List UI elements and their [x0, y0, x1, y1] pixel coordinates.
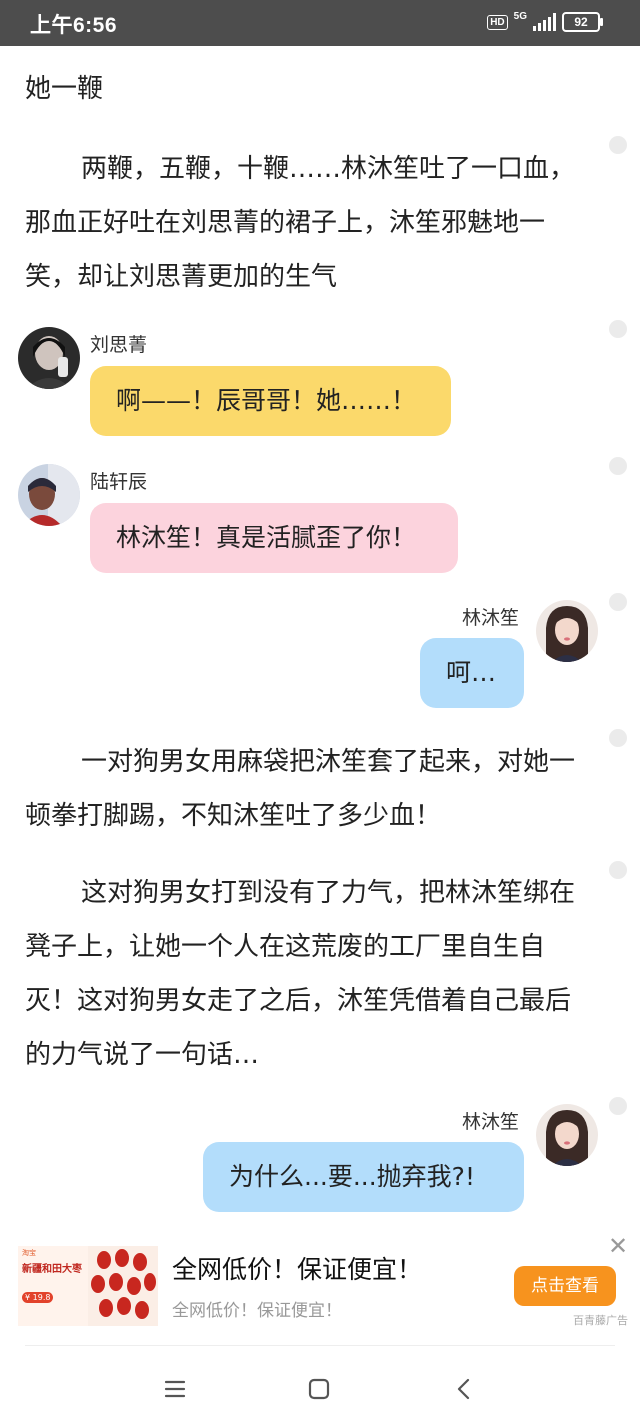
avatar[interactable]: [18, 464, 80, 526]
ad-source: 百青藤广告: [573, 1314, 628, 1327]
comment-dot-icon[interactable]: [609, 729, 627, 747]
ad-image[interactable]: 淘宝 新疆和田大枣 ¥ 19.8: [18, 1246, 158, 1326]
status-icons: HD 5G 92: [487, 10, 603, 32]
chat-bubble: 呵…: [420, 638, 524, 708]
navigation-bar: [0, 1355, 640, 1422]
signal-icon: [533, 13, 556, 31]
battery-icon: 92: [562, 12, 603, 32]
close-icon[interactable]: ✕: [608, 1234, 628, 1258]
comment-dot-icon[interactable]: [609, 593, 627, 611]
ad-subtitle: 全网低价！保证便宜！: [172, 1301, 342, 1321]
ad-banner[interactable]: 淘宝 新疆和田大枣 ¥ 19.8 全网低价！保证便宜！ 全网低价！保证便宜！ 点…: [0, 1230, 640, 1340]
ad-title[interactable]: 全网低价！保证便宜！: [172, 1250, 422, 1286]
battery-level: 92: [574, 15, 588, 29]
paragraph-text: 一对狗男女用麻袋把沐笙套了起来，对她一顿拳打脚踢，不知沐笙吐了多少血！: [25, 747, 576, 831]
avatar[interactable]: [18, 327, 80, 389]
avatar[interactable]: [536, 600, 598, 662]
back-chevron-icon[interactable]: [444, 1369, 484, 1409]
paragraph-text: 两鞭，五鞭，十鞭……林沐笙吐了一口血，那血正好吐在刘思菁的裙子上，沐笙邪魅地一笑…: [25, 154, 576, 292]
status-bar: 上午6:56 HD 5G 92: [0, 0, 640, 46]
story-paragraph: 两鞭，五鞭，十鞭……林沐笙吐了一口血，那血正好吐在刘思菁的裙子上，沐笙邪魅地一笑…: [25, 142, 585, 304]
ad-image-caption: 新疆和田大枣: [22, 1264, 82, 1275]
speaker-name: 陆轩辰: [90, 471, 148, 493]
hd-badge: HD: [487, 14, 508, 30]
comment-dot-icon[interactable]: [609, 1097, 627, 1115]
comment-dot-icon[interactable]: [609, 136, 627, 154]
paragraph-text: 这对狗男女打到没有了力气，把林沐笙绑在凳子上，让她一个人在这荒废的工厂里自生自灭…: [25, 878, 576, 1070]
divider: [25, 1345, 615, 1346]
story-paragraph: 这对狗男女打到没有了力气，把林沐笙绑在凳子上，让她一个人在这荒废的工厂里自生自灭…: [25, 866, 585, 1082]
ad-view-button[interactable]: 点击查看: [514, 1266, 616, 1306]
network-type: 5G: [513, 10, 527, 22]
home-square-icon[interactable]: [299, 1369, 339, 1409]
speaker-name: 林沐笙: [462, 1111, 520, 1133]
chat-bubble: 林沐笙！真是活腻歪了你！: [90, 503, 458, 573]
ad-image-brand: 淘宝: [22, 1249, 36, 1257]
comment-dot-icon[interactable]: [609, 320, 627, 338]
status-time: 上午6:56: [30, 14, 118, 37]
speaker-name: 刘思菁: [90, 334, 148, 356]
comment-dot-icon[interactable]: [609, 861, 627, 879]
ad-image-price: ¥ 19.8: [22, 1292, 54, 1303]
avatar[interactable]: [536, 1104, 598, 1166]
chat-bubble: 为什么...要...抛弃我?!: [203, 1142, 524, 1212]
story-paragraph: 一对狗男女用麻袋把沐笙套了起来，对她一顿拳打脚踢，不知沐笙吐了多少血！: [25, 735, 585, 843]
story-fragment: 她一鞭: [25, 74, 104, 104]
chat-bubble: 啊——！辰哥哥！她……！: [90, 366, 451, 436]
comment-dot-icon[interactable]: [609, 457, 627, 475]
speaker-name: 林沐笙: [462, 607, 520, 629]
menu-icon[interactable]: [155, 1369, 195, 1409]
